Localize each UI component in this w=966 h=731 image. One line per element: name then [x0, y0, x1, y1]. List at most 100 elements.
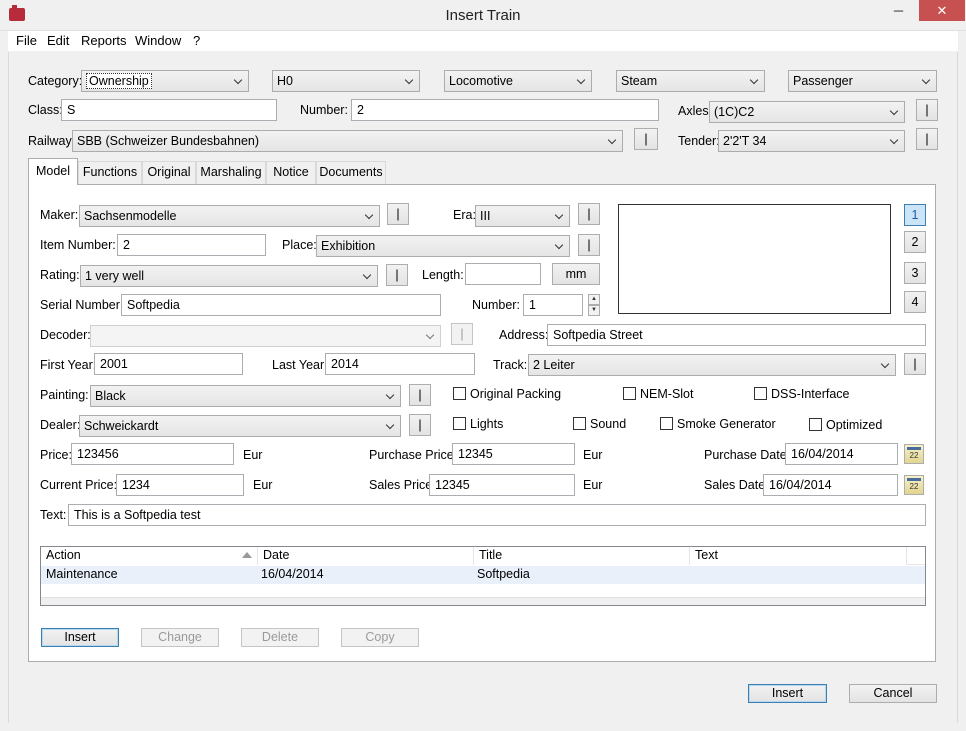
cancel-button[interactable]: Cancel	[849, 684, 937, 703]
chevron-down-icon	[365, 212, 374, 221]
gauge-combo[interactable]: H0	[272, 70, 420, 92]
current-price-input[interactable]: 1234	[116, 474, 244, 496]
checkbox-box[interactable]	[573, 417, 586, 430]
service-combo[interactable]: Passenger	[788, 70, 937, 92]
table-row[interactable]: Maintenance 16/04/2014 Softpedia	[41, 566, 925, 584]
edit-decoder-button[interactable]: |	[451, 323, 473, 345]
checkbox-label: DSS-Interface	[771, 387, 850, 401]
category-combo[interactable]: Ownership	[81, 70, 249, 92]
price-input[interactable]: 123456	[71, 443, 234, 465]
checkbox-box[interactable]	[453, 387, 466, 400]
serial-input[interactable]: Softpedia	[121, 294, 441, 316]
decoder-combo[interactable]	[90, 325, 441, 347]
railway-combo[interactable]: SBB (Schweizer Bundesbahnen)	[72, 130, 623, 152]
place-combo[interactable]: Exhibition	[316, 235, 570, 257]
original-packing-checkbox[interactable]: Original Packing	[453, 387, 561, 403]
tab-notice[interactable]: Notice	[266, 161, 316, 184]
tab-documents[interactable]: Documents	[316, 161, 386, 184]
menu-help[interactable]: ?	[193, 33, 200, 48]
chevron-down-icon	[890, 137, 899, 146]
close-icon[interactable]: ✕	[919, 0, 965, 21]
sales-price-input[interactable]: 12345	[429, 474, 575, 496]
image-page-4-button[interactable]: 4	[904, 291, 926, 313]
dealer-combo[interactable]: Schweickardt	[79, 415, 401, 437]
tab-original[interactable]: Original	[142, 161, 196, 184]
copy-row-button[interactable]: Copy	[341, 628, 419, 647]
nem-slot-checkbox[interactable]: NEM-Slot	[623, 387, 693, 403]
dss-interface-checkbox[interactable]: DSS-Interface	[754, 387, 850, 403]
number-label: Number:	[300, 103, 348, 117]
sales-date-input[interactable]: 16/04/2014	[763, 474, 898, 496]
track-combo[interactable]: 2 Leiter	[528, 354, 896, 376]
edit-era-button[interactable]: |	[578, 203, 600, 225]
checkbox-box[interactable]	[809, 418, 822, 431]
address-input[interactable]: Softpedia Street	[547, 324, 926, 346]
optimized-checkbox[interactable]: Optimized	[809, 418, 882, 434]
edit-painting-button[interactable]: |	[409, 384, 431, 406]
text-input[interactable]: This is a Softpedia test	[68, 504, 926, 526]
checkbox-box[interactable]	[660, 417, 673, 430]
edit-tender-button[interactable]: |	[916, 128, 938, 150]
column-header-title[interactable]: Title	[474, 547, 690, 565]
painting-combo[interactable]: Black	[90, 385, 401, 407]
purchase-price-input[interactable]: 12345	[452, 443, 575, 465]
stepper-down-icon[interactable]: ▼	[588, 305, 600, 316]
change-row-button[interactable]: Change	[141, 628, 219, 647]
type-combo[interactable]: Locomotive	[444, 70, 592, 92]
last-year-input[interactable]: 2014	[325, 353, 475, 375]
era-combo[interactable]: III	[475, 205, 570, 227]
calendar-icon[interactable]: 22	[904, 444, 924, 464]
column-header-date[interactable]: Date	[258, 547, 474, 565]
model-image-area[interactable]	[618, 204, 891, 314]
delete-row-button[interactable]: Delete	[241, 628, 319, 647]
edit-railway-button[interactable]: |	[634, 128, 658, 150]
length-unit-button[interactable]: mm	[552, 263, 600, 285]
edit-track-button[interactable]: |	[904, 353, 926, 375]
model-number-stepper[interactable]: ▲ ▼	[588, 294, 600, 316]
column-header-action[interactable]: Action	[41, 547, 258, 565]
column-header-text[interactable]: Text	[690, 547, 907, 565]
rating-combo[interactable]: 1 very well	[80, 265, 378, 287]
traction-combo[interactable]: Steam	[616, 70, 765, 92]
horizontal-scrollbar[interactable]	[41, 597, 925, 605]
history-table[interactable]: Action Date Title Text Maintenance 16/04…	[40, 546, 926, 606]
image-page-3-button[interactable]: 3	[904, 262, 926, 284]
checkbox-box[interactable]	[453, 417, 466, 430]
edit-place-button[interactable]: |	[578, 234, 600, 256]
lights-checkbox[interactable]: Lights	[453, 417, 503, 433]
model-number-input[interactable]: 1	[523, 294, 583, 316]
menu-reports[interactable]: Reports	[81, 33, 127, 48]
edit-rating-button[interactable]: |	[386, 264, 408, 286]
maker-combo[interactable]: Sachsenmodelle	[79, 205, 380, 227]
tender-combo[interactable]: 2'2'T 34	[718, 130, 905, 152]
purchase-date-input[interactable]: 16/04/2014	[785, 443, 898, 465]
sound-checkbox[interactable]: Sound	[573, 417, 626, 433]
sales-price-label: Sales Price:	[369, 478, 436, 492]
edit-maker-button[interactable]: |	[387, 203, 409, 225]
edit-dealer-button[interactable]: |	[409, 414, 431, 436]
axles-combo[interactable]: (1C)C2	[709, 101, 905, 123]
menu-window[interactable]: Window	[135, 33, 181, 48]
insert-button[interactable]: Insert	[748, 684, 827, 703]
checkbox-box[interactable]	[623, 387, 636, 400]
image-page-1-button[interactable]: 1	[904, 204, 926, 226]
stepper-up-icon[interactable]: ▲	[588, 294, 600, 305]
item-number-input[interactable]: 2	[117, 234, 266, 256]
number-input[interactable]: 2	[351, 99, 659, 121]
tab-marshaling[interactable]: Marshaling	[196, 161, 266, 184]
insert-row-button[interactable]: Insert	[41, 628, 119, 647]
menu-edit[interactable]: Edit	[47, 33, 69, 48]
checkbox-box[interactable]	[754, 387, 767, 400]
minimize-icon[interactable]: ─	[885, 0, 912, 21]
image-page-2-button[interactable]: 2	[904, 231, 926, 253]
edit-axles-button[interactable]: |	[916, 99, 938, 121]
class-input[interactable]: S	[61, 99, 277, 121]
tab-functions[interactable]: Functions	[78, 161, 142, 184]
smoke-generator-checkbox[interactable]: Smoke Generator	[660, 417, 776, 433]
calendar-icon[interactable]: 22	[904, 475, 924, 495]
length-input[interactable]	[465, 263, 541, 285]
first-year-input[interactable]: 2001	[94, 353, 243, 375]
tab-model[interactable]: Model	[28, 158, 78, 185]
serial-label: Serial Number:	[40, 298, 124, 312]
menu-file[interactable]: File	[16, 33, 37, 48]
